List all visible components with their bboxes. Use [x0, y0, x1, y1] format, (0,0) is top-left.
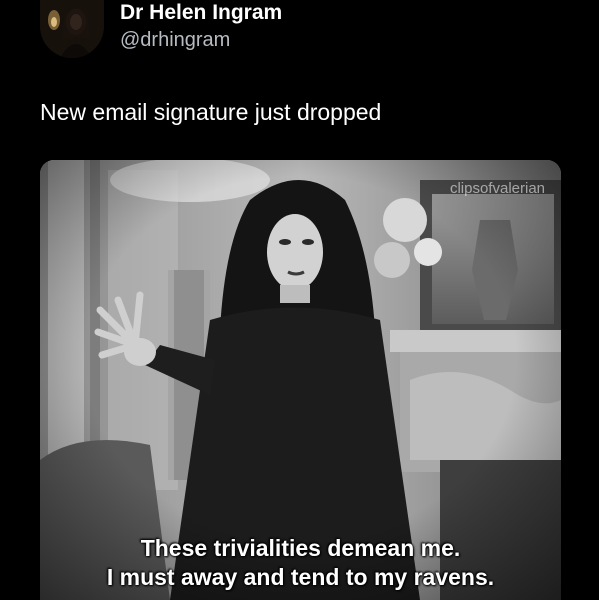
author-avatar[interactable]: [40, 0, 104, 58]
media-watermark: clipsofvalerian: [449, 180, 545, 197]
media-caption-line: I must away and tend to my ravens.: [106, 564, 495, 590]
post-text: New email signature just dropped: [40, 99, 382, 125]
author-handle[interactable]: @drhingram: [120, 28, 230, 52]
media-caption-line: These trivialities demean me.: [140, 535, 461, 561]
tweet-post: Dr Helen Ingram @drhingram New email sig…: [0, 0, 599, 600]
author-display-name[interactable]: Dr Helen Ingram: [120, 1, 282, 25]
post-media-image[interactable]: clipsofvalerian These trivialities demea…: [40, 160, 561, 600]
avatar-photo: [40, 0, 104, 58]
